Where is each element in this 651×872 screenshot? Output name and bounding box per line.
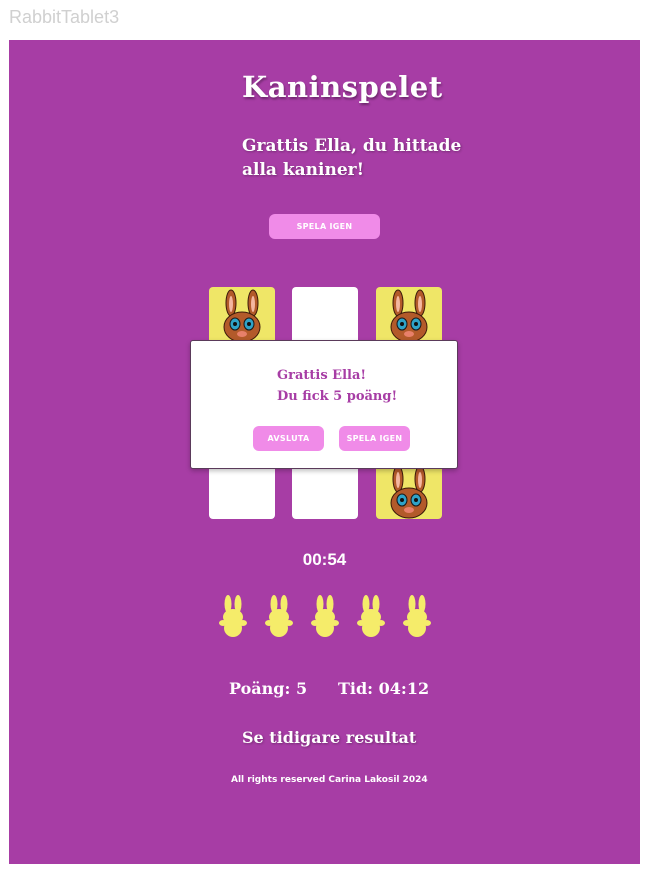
- bunny-silhouette-icon: [219, 595, 247, 637]
- play-again-button[interactable]: SPELA IGEN: [269, 214, 380, 239]
- result-dialog: Grattis Ella! Du fick 5 poäng! AVSLUTA S…: [190, 340, 458, 469]
- score-label: Poäng: 5: [229, 679, 308, 698]
- game-screen: Kaninspelet Grattis Ella, du hittade all…: [9, 40, 640, 864]
- bunny-silhouette-icon: [357, 595, 385, 637]
- bunny-silhouette-icon: [403, 595, 431, 637]
- dialog-line-2: Du fick 5 poäng!: [277, 389, 398, 404]
- countdown-timer: 00:54: [302, 550, 347, 569]
- dialog-play-again-button[interactable]: SPELA IGEN: [339, 426, 410, 451]
- page-title: Kaninspelet: [242, 70, 443, 104]
- footer-copyright: All rights reserved Carina Lakosil 2024: [231, 775, 428, 785]
- congrats-message: Grattis Ella, du hittade alla kaniner!: [242, 136, 462, 180]
- dialog-message: Grattis Ella! Du fick 5 poäng!: [277, 365, 397, 407]
- frame-label: RabbitTablet3: [9, 7, 120, 27]
- dialog-line-1: Grattis Ella!: [277, 368, 367, 383]
- history-link[interactable]: Se tidigare resultat: [242, 728, 416, 747]
- bunny-silhouette-icon: [265, 595, 293, 637]
- quit-button[interactable]: AVSLUTA: [253, 426, 324, 451]
- time-label: Tid: 04:12: [338, 679, 430, 698]
- bunny-silhouette-icon: [311, 595, 339, 637]
